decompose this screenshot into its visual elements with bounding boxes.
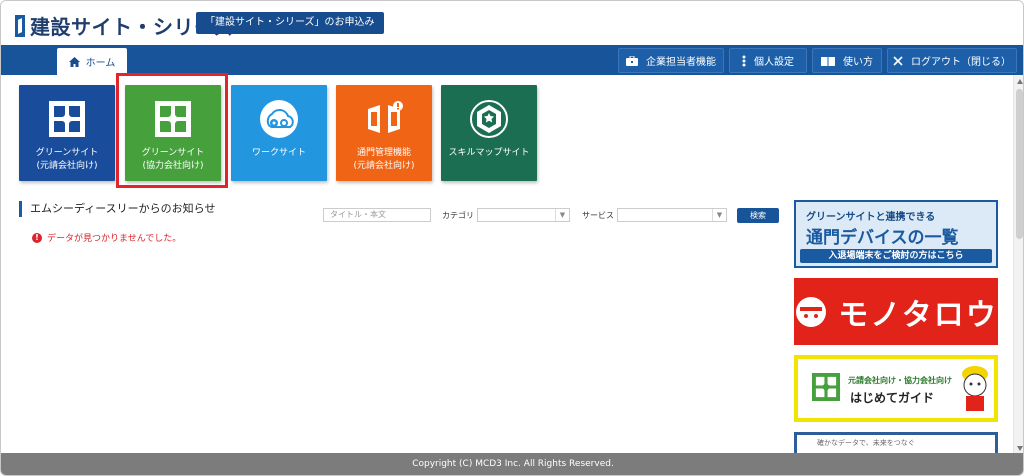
- service-label: サービス: [582, 211, 614, 220]
- personal-settings-button[interactable]: 個人設定: [729, 48, 807, 73]
- error-message: ! データが見つかりませんでした。: [32, 231, 181, 244]
- scroll-up-icon[interactable]: [1017, 79, 1023, 84]
- briefcase-icon: [626, 55, 638, 66]
- category-label: カテゴリ: [442, 211, 474, 220]
- banner-text: 入退場端末をご検討の方はこちら: [800, 249, 992, 263]
- scrollbar[interactable]: [1013, 75, 1023, 455]
- chevron-down-icon: ▼: [555, 209, 569, 221]
- search-input[interactable]: タイトル・本文: [323, 208, 431, 222]
- company-admin-button[interactable]: 企業担当者機能: [618, 48, 724, 73]
- banner-text: 通門デバイスの一覧: [806, 228, 959, 248]
- apply-button[interactable]: 「建設サイト・シリーズ」のお申込み: [196, 12, 384, 34]
- how-to-use-button[interactable]: 使い方: [812, 48, 882, 73]
- service-select[interactable]: ▼: [617, 208, 727, 222]
- monotaro-mascot-icon: [796, 296, 827, 327]
- nav-bar: ホーム 企業担当者機能 個人設定 使い方 ログアウト（閉じる）: [1, 45, 1023, 75]
- footer: Copyright (C) MCD3 Inc. All Rights Reser…: [1, 453, 1023, 475]
- green-site-icon: [47, 99, 87, 139]
- tile-label: スキルマップサイト: [448, 148, 530, 158]
- scroll-down-icon[interactable]: [1017, 446, 1023, 451]
- app-window: 建設サイト・シリーズ 「建設サイト・シリーズ」のお申込み ホーム 企業担当者機能…: [0, 0, 1024, 476]
- header: 建設サイト・シリーズ 「建設サイト・シリーズ」のお申込み: [1, 1, 1023, 45]
- book-icon: [821, 56, 835, 66]
- banner-gate-devices[interactable]: グリーンサイトと連携できる 通門デバイスの一覧 入退場端末をご検討の方はこちら: [794, 200, 998, 268]
- tile-work-site[interactable]: ワークサイト: [231, 85, 327, 181]
- personal-settings-label: 個人設定: [754, 57, 794, 68]
- tab-home[interactable]: ホーム: [57, 48, 127, 75]
- scroll-thumb[interactable]: [1016, 89, 1023, 239]
- tile-label: 通門管理機能 (元請会社向け): [353, 148, 415, 171]
- home-icon: [68, 56, 80, 67]
- tile-gate-management[interactable]: 通門管理機能 (元請会社向け): [336, 85, 432, 181]
- tile-skill-map[interactable]: スキルマップサイト: [441, 85, 537, 181]
- banner-text: グリーンサイトと連携できる: [806, 212, 936, 223]
- close-icon: [893, 55, 903, 66]
- banner-text: モノタロウ: [838, 297, 998, 333]
- company-admin-label: 企業担当者機能: [646, 57, 716, 68]
- work-site-icon: [259, 99, 299, 139]
- banner-text: 元請会社向け・協力会社向け: [848, 376, 952, 385]
- gate-icon: [364, 99, 404, 139]
- green-site-icon: [812, 373, 840, 401]
- tile-label: ワークサイト: [251, 148, 306, 158]
- skill-map-icon: [469, 99, 509, 139]
- chevron-down-icon: ▼: [712, 209, 726, 221]
- banner-monotaro[interactable]: モノタロウ: [794, 278, 998, 345]
- how-to-use-label: 使い方: [843, 57, 873, 68]
- error-text: データが見つかりませんでした。: [47, 234, 182, 244]
- banner-text: はじめてガイド: [850, 391, 935, 405]
- search-button[interactable]: 検索: [737, 208, 779, 223]
- logout-label: ログアウト（閉じる）: [911, 57, 1011, 68]
- selection-highlight: [116, 73, 228, 188]
- notice-title: エムシーディースリーからのお知らせ: [19, 201, 215, 217]
- error-icon: !: [32, 232, 42, 243]
- kebab-icon: [742, 55, 746, 66]
- category-select[interactable]: ▼: [477, 208, 570, 222]
- tile-green-site-contractor[interactable]: グリーンサイト (元請会社向け): [19, 85, 115, 181]
- logo-mark-icon: [15, 14, 25, 37]
- banner-beginner-guide[interactable]: 元請会社向け・協力会社向け はじめてガイド: [794, 355, 998, 422]
- tab-home-label: ホーム: [85, 58, 116, 69]
- mascot-icon: [962, 366, 988, 411]
- tile-label: グリーンサイト (元請会社向け): [35, 148, 99, 171]
- logout-button[interactable]: ログアウト（閉じる）: [887, 48, 1017, 73]
